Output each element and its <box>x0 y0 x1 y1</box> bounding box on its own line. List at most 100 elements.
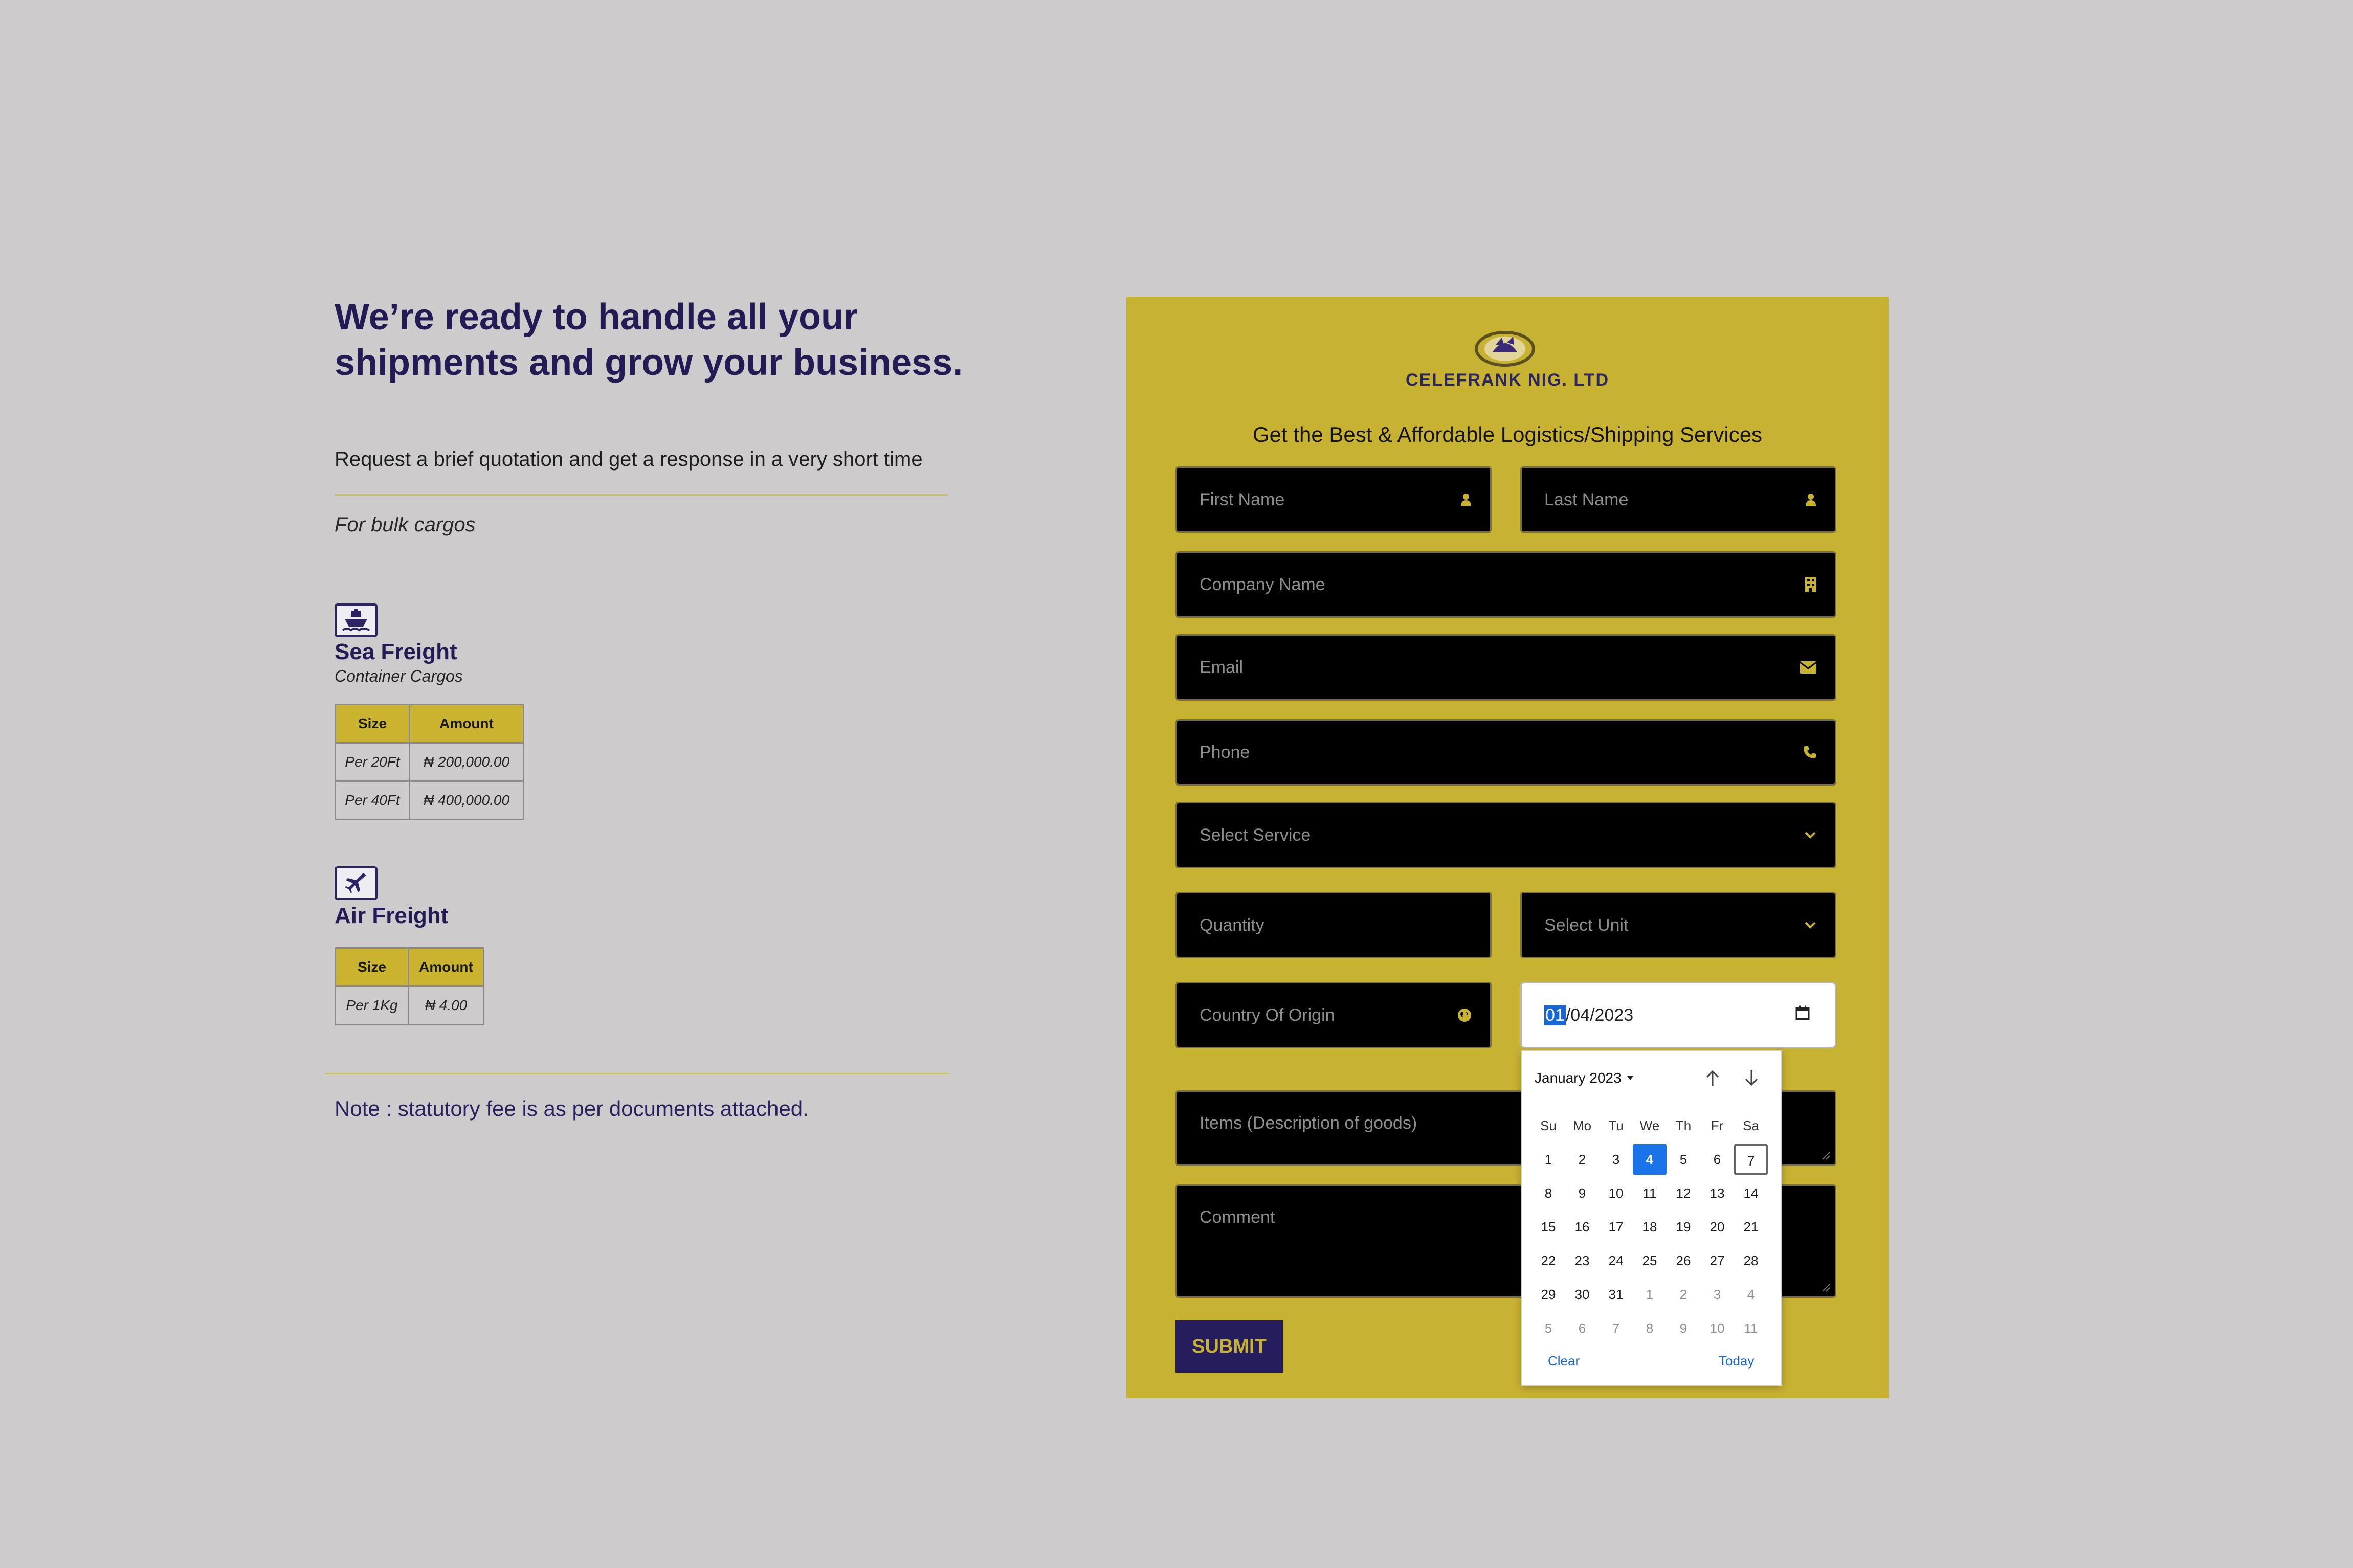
sea-freight-subtitle: Container Cargos <box>335 667 463 685</box>
calendar-week-row: 5 6 7 8 9 10 11 <box>1531 1311 1774 1345</box>
date-rest-segment[interactable]: /04/2023 <box>1566 1005 1633 1025</box>
calendar-day-other-month[interactable]: 9 <box>1667 1313 1700 1343</box>
next-month-button[interactable] <box>1741 1068 1762 1088</box>
envelope-icon <box>1800 661 1816 674</box>
resize-handle-icon[interactable] <box>1819 1281 1831 1292</box>
month-year-selector[interactable]: January 2023 <box>1535 1070 1634 1086</box>
country-placeholder: Country Of Origin <box>1200 1005 1335 1025</box>
column-header: Size <box>335 704 410 744</box>
quantity-placeholder: Quantity <box>1200 915 1264 935</box>
table-cell: ₦ 4.00 <box>408 985 484 1025</box>
calendar-week-row: 22 23 24 25 26 27 28 <box>1531 1244 1774 1278</box>
column-header: Amount <box>408 947 484 987</box>
calendar-day[interactable]: 28 <box>1734 1245 1768 1276</box>
calendar-day[interactable]: 13 <box>1700 1178 1734 1208</box>
calendar-day-other-month[interactable]: 11 <box>1734 1313 1768 1343</box>
calendar-day-other-month[interactable]: 5 <box>1531 1313 1565 1343</box>
calendar-day[interactable]: 17 <box>1599 1212 1633 1242</box>
calendar-day[interactable]: 21 <box>1734 1212 1768 1242</box>
sea-freight-rate-table: Size Amount Per 20Ft ₦ 200,000.00 Per 40… <box>335 704 524 820</box>
sea-freight-title: Sea Freight <box>335 639 457 664</box>
statutory-fee-note: Note : statutory fee is as per documents… <box>335 1096 809 1121</box>
weekday-label: Tu <box>1608 1118 1624 1133</box>
company-logo <box>1473 329 1537 368</box>
date-month-segment[interactable]: 01 <box>1544 1005 1566 1025</box>
calendar-day[interactable]: 19 <box>1667 1212 1700 1242</box>
resize-handle-icon[interactable] <box>1819 1149 1831 1160</box>
company-name: CELEFRANK NIG. LTD <box>1405 370 1609 390</box>
calendar-day-other-month[interactable]: 4 <box>1734 1279 1768 1310</box>
calendar-day[interactable]: 31 <box>1599 1279 1633 1310</box>
calendar-day-other-month[interactable]: 7 <box>1599 1313 1633 1343</box>
calendar-day[interactable]: 30 <box>1565 1279 1599 1310</box>
country-of-origin-field[interactable]: Country Of Origin <box>1175 982 1492 1048</box>
last-name-field[interactable]: Last Name <box>1520 466 1836 533</box>
form-tagline: Get the Best & Affordable Logistics/Ship… <box>1252 422 1763 446</box>
phone-icon <box>1803 746 1816 759</box>
calendar-day[interactable]: 2 <box>1565 1144 1599 1175</box>
plane-icon <box>335 866 378 900</box>
arrow-down-icon <box>1745 1070 1758 1086</box>
calendar-day[interactable]: 1 <box>1531 1144 1565 1175</box>
calendar-day[interactable]: 22 <box>1531 1245 1565 1276</box>
calendar-day[interactable]: 3 <box>1599 1144 1633 1175</box>
calendar-day[interactable]: 5 <box>1667 1144 1700 1175</box>
calendar-grid: Su Mo Tu We Th Fr Sa 1 2 3 4 5 6 7 8 9 10 11 12 13 14 15 16 17… <box>1531 1109 1774 1345</box>
calendar-day[interactable]: 29 <box>1531 1279 1565 1310</box>
globe-icon <box>1457 1008 1472 1022</box>
email-field[interactable]: Email <box>1175 634 1836 701</box>
calendar-day-other-month[interactable]: 1 <box>1633 1279 1667 1310</box>
calendar-day[interactable]: 8 <box>1531 1178 1565 1208</box>
calendar-day-other-month[interactable]: 6 <box>1565 1313 1599 1343</box>
calendar-day[interactable]: 6 <box>1700 1144 1734 1175</box>
calendar-day[interactable]: 14 <box>1734 1178 1768 1208</box>
items-placeholder: Items (Description of goods) <box>1200 1113 1417 1133</box>
calendar-day[interactable]: 11 <box>1633 1178 1667 1208</box>
calendar-day[interactable]: 27 <box>1700 1245 1734 1276</box>
calendar-day[interactable]: 24 <box>1599 1245 1633 1276</box>
calendar-day-other-month[interactable]: 2 <box>1667 1279 1700 1310</box>
calendar-day-other-month[interactable]: 10 <box>1700 1313 1734 1343</box>
calendar-day[interactable]: 10 <box>1599 1178 1633 1208</box>
table-row: Per 20Ft ₦ 200,000.00 <box>335 742 524 782</box>
today-button[interactable]: Today <box>1719 1353 1754 1369</box>
company-name-placeholder: Company Name <box>1200 574 1325 594</box>
calendar-week-row: 1234567 <box>1531 1143 1774 1176</box>
user-icon <box>1460 493 1472 506</box>
table-header-row: Size Amount <box>335 704 524 744</box>
submit-button[interactable]: SUBMIT <box>1175 1320 1283 1373</box>
calendar-day[interactable]: 12 <box>1667 1178 1700 1208</box>
previous-month-button[interactable] <box>1702 1068 1723 1088</box>
quantity-field[interactable]: Quantity <box>1175 892 1492 958</box>
calendar-day[interactable]: 26 <box>1667 1245 1700 1276</box>
first-name-field[interactable]: First Name <box>1175 466 1492 533</box>
calendar-day[interactable]: 9 <box>1565 1178 1599 1208</box>
shipment-date-input[interactable]: 01/04/2023 <box>1520 982 1836 1048</box>
service-select[interactable]: Select Service <box>1175 802 1836 868</box>
phone-field[interactable]: Phone <box>1175 719 1836 786</box>
table-cell: ₦ 200,000.00 <box>409 742 524 782</box>
weekday-label: Mo <box>1572 1118 1592 1133</box>
calendar-day-other-month[interactable]: 8 <box>1633 1313 1667 1343</box>
calendar-day-other-month[interactable]: 3 <box>1700 1279 1734 1310</box>
calendar-icon[interactable] <box>1795 1005 1810 1025</box>
calendar-day[interactable]: 4 <box>1633 1144 1667 1175</box>
clear-date-button[interactable]: Clear <box>1548 1353 1580 1369</box>
chevron-down-icon <box>1804 831 1816 839</box>
calendar-day[interactable]: 20 <box>1700 1212 1734 1242</box>
calendar-day[interactable]: 23 <box>1565 1245 1599 1276</box>
calendar-day[interactable]: 7 <box>1734 1144 1768 1175</box>
calendar-day[interactable]: 25 <box>1633 1245 1667 1276</box>
air-freight-rate-table: Size Amount Per 1Kg ₦ 4.00 <box>335 947 484 1025</box>
air-freight-title: Air Freight <box>335 903 449 928</box>
unit-select[interactable]: Select Unit <box>1520 892 1836 958</box>
calendar-day[interactable]: 16 <box>1565 1212 1599 1242</box>
arrow-up-icon <box>1706 1070 1719 1086</box>
calendar-day[interactable]: 18 <box>1633 1212 1667 1242</box>
page-headline: We’re ready to handle all your shipments… <box>335 297 963 383</box>
table-cell: Per 40Ft <box>335 780 410 820</box>
weekday-header-row: Su Mo Tu We Th Fr Sa <box>1531 1109 1774 1143</box>
unit-select-value: Select Unit <box>1544 915 1629 935</box>
calendar-day[interactable]: 15 <box>1531 1212 1565 1242</box>
company-name-field[interactable]: Company Name <box>1175 551 1836 618</box>
